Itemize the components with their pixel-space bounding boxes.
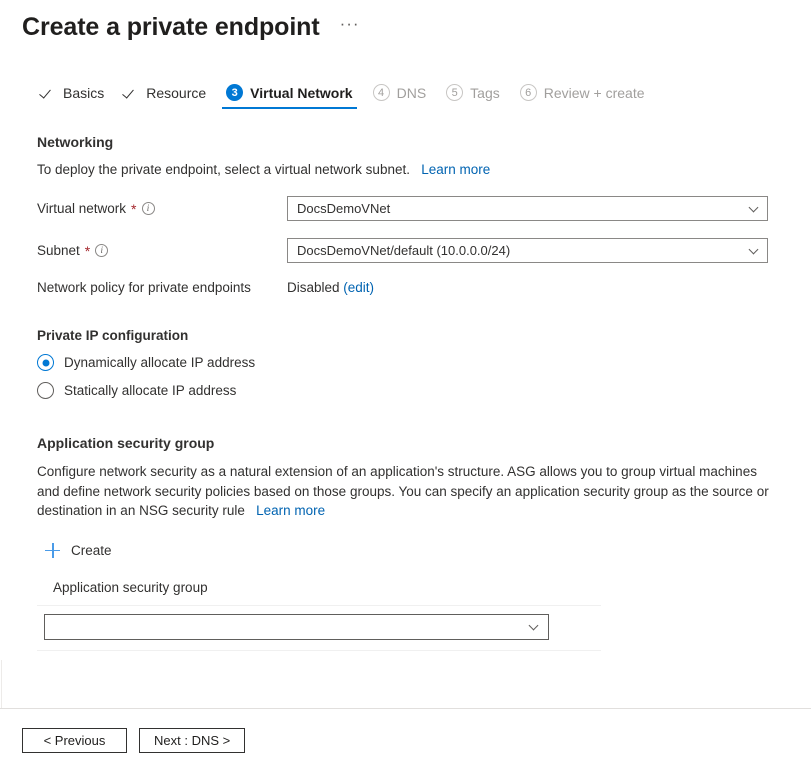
tab-label: DNS (397, 85, 427, 101)
network-policy-value: Disabled (287, 280, 340, 295)
virtual-network-value: DocsDemoVNet (297, 201, 390, 216)
private-ip-heading: Private IP configuration (37, 328, 811, 343)
tab-label: Basics (63, 85, 104, 101)
asg-description-text: Configure network security as a natural … (37, 464, 769, 518)
info-icon[interactable]: i (142, 202, 155, 215)
check-icon (124, 85, 139, 100)
asg-heading: Application security group (37, 435, 811, 451)
radio-button-icon[interactable] (37, 382, 54, 399)
networking-description-text: To deploy the private endpoint, select a… (37, 162, 410, 177)
asg-select[interactable] (44, 614, 549, 640)
tab-label: Resource (146, 85, 206, 101)
subnet-select[interactable]: DocsDemoVNet/default (10.0.0.0/24) (287, 238, 768, 263)
more-options-icon[interactable]: ··· (336, 15, 364, 39)
chevron-down-icon (529, 621, 540, 632)
radio-label: Statically allocate IP address (64, 383, 236, 398)
tab-tags[interactable]: 5 Tags (436, 76, 510, 109)
virtual-network-label: Virtual network * i (37, 201, 287, 216)
network-policy-row: Network policy for private endpoints Dis… (37, 280, 811, 295)
page-header: Create a private endpoint ··· (0, 0, 811, 44)
subnet-row: Subnet * i DocsDemoVNet/default (10.0.0.… (37, 238, 811, 263)
tab-label: Virtual Network (250, 85, 352, 101)
networking-learn-more-link[interactable]: Learn more (421, 162, 490, 177)
footer-divider (0, 708, 811, 709)
asg-field-label: Application security group (53, 580, 811, 595)
wizard-content: Networking To deploy the private endpoin… (0, 134, 811, 651)
plus-icon (45, 543, 60, 558)
tab-review-create[interactable]: 6 Review + create (510, 76, 655, 109)
required-asterisk: * (131, 204, 136, 214)
subnet-label: Subnet * i (37, 243, 287, 258)
step-number-badge: 4 (373, 84, 390, 101)
radio-button-icon[interactable] (37, 354, 54, 371)
tab-resource[interactable]: Resource (114, 76, 216, 109)
tab-dns[interactable]: 4 DNS (363, 76, 437, 109)
asg-divider-top (37, 605, 601, 606)
tab-virtual-network[interactable]: 3 Virtual Network (216, 76, 362, 109)
required-asterisk: * (85, 246, 90, 256)
info-icon[interactable]: i (95, 244, 108, 257)
virtual-network-label-text: Virtual network (37, 201, 126, 216)
tab-basics[interactable]: Basics (31, 76, 114, 109)
network-policy-label-text: Network policy for private endpoints (37, 280, 251, 295)
chevron-down-icon (749, 203, 760, 214)
radio-dynamically-allocate[interactable]: Dynamically allocate IP address (37, 354, 255, 371)
virtual-network-select[interactable]: DocsDemoVNet (287, 196, 768, 221)
panel-edge-divider (1, 660, 2, 708)
step-number-badge: 3 (226, 84, 243, 101)
asg-learn-more-link[interactable]: Learn more (256, 503, 325, 518)
virtual-network-row: Virtual network * i DocsDemoVNet (37, 196, 811, 221)
wizard-footer: < Previous Next : DNS > (22, 728, 245, 753)
asg-create-button[interactable]: Create (45, 543, 112, 558)
tab-label: Tags (470, 85, 500, 101)
chevron-down-icon (749, 245, 760, 256)
previous-button[interactable]: < Previous (22, 728, 127, 753)
step-number-badge: 5 (446, 84, 463, 101)
step-number-badge: 6 (520, 84, 537, 101)
tab-label: Review + create (544, 85, 645, 101)
wizard-tabs: Basics Resource 3 Virtual Network 4 DNS … (0, 76, 811, 109)
network-policy-edit-link[interactable]: (edit) (343, 280, 374, 295)
asg-divider-bottom (37, 650, 601, 651)
radio-statically-allocate[interactable]: Statically allocate IP address (37, 382, 236, 399)
network-policy-label: Network policy for private endpoints (37, 280, 287, 295)
page-title: Create a private endpoint (22, 10, 320, 44)
check-icon (41, 85, 56, 100)
networking-heading: Networking (37, 134, 811, 150)
radio-label: Dynamically allocate IP address (64, 355, 255, 370)
asg-create-label: Create (71, 543, 112, 558)
subnet-value: DocsDemoVNet/default (10.0.0.0/24) (297, 243, 510, 258)
networking-description: To deploy the private endpoint, select a… (37, 161, 777, 179)
asg-description: Configure network security as a natural … (37, 462, 777, 521)
network-policy-value-group: Disabled (edit) (287, 280, 374, 295)
next-button[interactable]: Next : DNS > (139, 728, 245, 753)
subnet-label-text: Subnet (37, 243, 80, 258)
